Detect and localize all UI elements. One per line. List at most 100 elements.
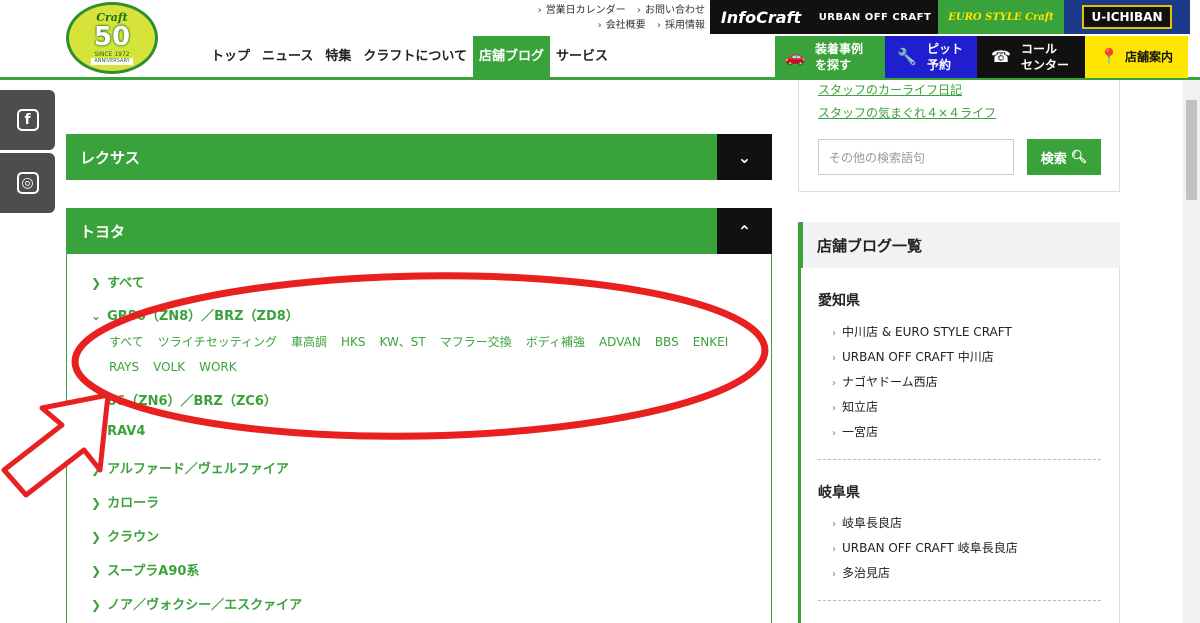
search-input[interactable]: その他の検索語句 bbox=[818, 139, 1014, 175]
store-blog-list-title: 店舗ブログ一覧 bbox=[800, 222, 1120, 268]
category-label: クラウン bbox=[107, 530, 160, 545]
tag-link[interactable]: マフラー交換 bbox=[440, 335, 512, 349]
toyota-category-list: ❯ すべて ⌄ GR86（ZN8）／BRZ（ZD8） すべて ツライチセッティング 車高… bbox=[66, 254, 772, 623]
chevron-right-icon: › bbox=[832, 428, 836, 439]
shop-link[interactable]: › 一宮店 bbox=[832, 423, 878, 440]
pin-icon: 📍 bbox=[1099, 47, 1119, 66]
accordion-toyota[interactable]: トヨタ ⌃ bbox=[66, 208, 772, 254]
nav-top[interactable]: トップ bbox=[205, 36, 256, 78]
scrollbar-thumb[interactable] bbox=[1186, 100, 1197, 200]
category-rav4[interactable]: ❯ RAV4 bbox=[91, 424, 145, 439]
shop-link[interactable]: › 知立店 bbox=[832, 398, 878, 415]
tag-link[interactable]: VOLK bbox=[153, 360, 185, 374]
facebook-icon: f bbox=[16, 109, 39, 131]
site-logo[interactable]: Craft 50 SINCE 1972 ANNIVERSARY bbox=[66, 2, 158, 74]
utility-link-label: 会社概要 bbox=[605, 20, 646, 31]
tag-link[interactable]: KW、ST bbox=[380, 335, 426, 349]
search-button[interactable]: 検索 🔍︎ bbox=[1027, 139, 1101, 175]
category-label: RAV4 bbox=[107, 424, 146, 439]
sidebar-link-car-life[interactable]: スタッフのカーライフ日記 bbox=[818, 81, 962, 98]
category-crown[interactable]: ❯ クラウン bbox=[91, 526, 159, 545]
site-header: Craft 50 SINCE 1972 ANNIVERSARY › 営業日カレンダ… bbox=[0, 0, 1200, 80]
page-scrollbar[interactable] bbox=[1183, 0, 1200, 623]
tag-link[interactable]: BBS bbox=[655, 335, 679, 349]
sidebar-link-4x4-life[interactable]: スタッフの気まぐれ４×４ライフ bbox=[818, 104, 996, 121]
tag-link[interactable]: HKS bbox=[341, 335, 366, 349]
logo-brand: Craft bbox=[96, 10, 128, 24]
utility-link-calendar[interactable]: › 営業日カレンダー bbox=[538, 5, 626, 16]
shop-link[interactable]: › 中川店 & EURO STYLE CRAFT bbox=[832, 323, 1012, 340]
store-guide-button[interactable]: 📍 店舗案内 bbox=[1085, 36, 1188, 78]
tag-link[interactable]: すべて bbox=[109, 335, 144, 349]
svc-line2: 予約 bbox=[927, 58, 952, 72]
shop-link[interactable]: › 岐阜長良店 bbox=[832, 514, 902, 531]
shop-link[interactable]: › ナゴヤドーム西店 bbox=[832, 373, 938, 390]
divider bbox=[818, 459, 1101, 460]
chevron-right-icon: › bbox=[832, 569, 836, 580]
category-supra[interactable]: ❯ スープラA90系 bbox=[91, 560, 199, 579]
tag-link[interactable]: ボディ補強 bbox=[526, 335, 585, 349]
category-alphard[interactable]: ❯ アルファード／ヴェルファイア bbox=[91, 458, 289, 477]
find-installation-examples-button[interactable]: 🚗 装着事例 を探す bbox=[775, 36, 885, 78]
chevron-right-icon: › bbox=[832, 519, 836, 530]
brand-tab-label: U-ICHIBAN bbox=[1081, 5, 1173, 29]
chevron-right-icon: › bbox=[832, 544, 836, 555]
accordion-lexus[interactable]: レクサス ⌄ bbox=[66, 134, 772, 180]
chevron-right-icon: › bbox=[656, 20, 661, 31]
brand-tab-u-ichiban[interactable]: U-ICHIBAN bbox=[1064, 0, 1190, 34]
instagram-icon: ◎ bbox=[16, 172, 39, 194]
chevron-right-icon: › bbox=[597, 20, 602, 31]
shop-label: URBAN OFF CRAFT 岐阜長良店 bbox=[842, 541, 1018, 555]
utility-link-label: 採用情報 bbox=[665, 20, 705, 31]
divider bbox=[818, 600, 1101, 601]
nav-store-blog[interactable]: 店舗ブログ bbox=[473, 36, 551, 78]
nav-features[interactable]: 特集 bbox=[319, 36, 357, 78]
shop-link[interactable]: › 多治見店 bbox=[832, 564, 890, 581]
call-center-button[interactable]: ☎ コール センター bbox=[977, 36, 1085, 78]
tag-link[interactable]: 車高調 bbox=[291, 335, 327, 349]
utility-link-company[interactable]: › 会社概要 bbox=[598, 20, 646, 31]
facebook-button[interactable]: f bbox=[0, 90, 55, 150]
nav-news[interactable]: ニュース bbox=[256, 36, 319, 78]
phone-icon: ☎ bbox=[991, 47, 1011, 66]
chevron-right-icon: › bbox=[832, 403, 836, 414]
utility-links: › 営業日カレンダー › お問い合わせ › 会社概要 › 採用情報 bbox=[520, 3, 705, 33]
tag-link[interactable]: ツライチセッティング bbox=[158, 335, 277, 349]
shop-label: 一宮店 bbox=[842, 425, 879, 439]
shop-link[interactable]: › URBAN OFF CRAFT 岐阜長良店 bbox=[832, 539, 1018, 556]
chevron-right-icon: › bbox=[537, 5, 542, 16]
prefecture-gifu: 岐阜県 bbox=[818, 485, 860, 501]
nav-services[interactable]: サービス bbox=[550, 36, 614, 78]
utility-link-contact[interactable]: › お問い合わせ bbox=[637, 5, 705, 16]
shop-link[interactable]: › URBAN OFF CRAFT 中川店 bbox=[832, 348, 994, 365]
tag-link[interactable]: ADVAN bbox=[599, 335, 641, 349]
logo-since: SINCE 1972 bbox=[94, 50, 130, 58]
instagram-button[interactable]: ◎ bbox=[0, 153, 55, 213]
brand-tab-urban-off-craft[interactable]: URBAN OFF CRAFT bbox=[812, 0, 938, 34]
utility-link-recruit[interactable]: › 採用情報 bbox=[657, 20, 705, 31]
car-icon: 🚗 bbox=[785, 47, 805, 66]
category-gr86[interactable]: ⌄ GR86（ZN8）／BRZ（ZD8） bbox=[91, 305, 299, 324]
wrench-icon: 🔧 bbox=[897, 47, 917, 66]
chevron-down-icon[interactable]: ⌄ bbox=[717, 134, 772, 180]
category-noah[interactable]: ❯ ノア／ヴォクシー／エスクァイア bbox=[91, 594, 302, 613]
svc-line1: 装着事例 bbox=[815, 42, 864, 56]
gr86-tag-list: すべて ツライチセッティング 車高調 HKS KW、ST マフラー交換 ボディ補強 ADVAN… bbox=[109, 330, 749, 380]
tag-link[interactable]: WORK bbox=[199, 360, 237, 374]
category-all[interactable]: ❯ すべて bbox=[91, 272, 145, 291]
shop-label: 多治見店 bbox=[842, 566, 891, 580]
category-corolla[interactable]: ❯ カローラ bbox=[91, 492, 159, 511]
pit-reservation-button[interactable]: 🔧 ピット 予約 bbox=[885, 36, 977, 78]
category-86[interactable]: ❯ 86（ZN6）／BRZ（ZC6） bbox=[91, 390, 277, 409]
logo-anniversary: ANNIVERSARY bbox=[91, 57, 133, 65]
category-label: カローラ bbox=[107, 496, 160, 511]
prefecture-aichi: 愛知県 bbox=[818, 293, 860, 309]
brand-tab-infocraft[interactable]: InfoCraft bbox=[710, 0, 812, 34]
tag-link[interactable]: RAYS bbox=[109, 360, 139, 374]
chevron-up-icon[interactable]: ⌃ bbox=[717, 208, 772, 254]
brand-tab-euro-style-craft[interactable]: EURO STYLE Craft bbox=[938, 0, 1064, 34]
tag-link[interactable]: ENKEI bbox=[693, 335, 729, 349]
chevron-right-icon: › bbox=[636, 5, 641, 16]
nav-about[interactable]: クラフトについて bbox=[357, 36, 473, 78]
brand-tabs: InfoCraft URBAN OFF CRAFT EURO STYLE Cra… bbox=[710, 0, 1190, 34]
